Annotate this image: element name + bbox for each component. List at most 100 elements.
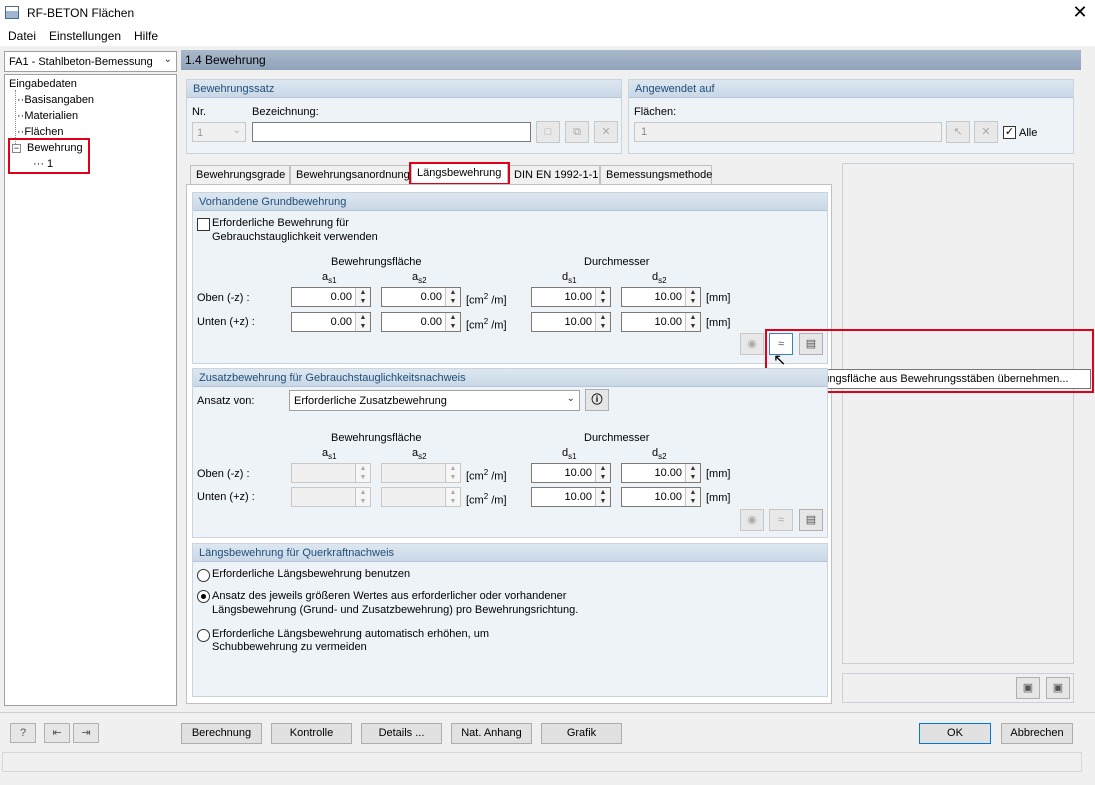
close-icon[interactable]: ✕ [1070, 2, 1090, 22]
spin-icon: ▲▼ [685, 464, 700, 482]
oben-as2-input[interactable]: 0.00▲▼ [381, 287, 461, 307]
angewendet-title: Angewendet auf [629, 80, 1073, 98]
help-icon[interactable]: ? [10, 723, 36, 743]
spin-icon: ▲▼ [445, 313, 460, 331]
z-unten-as2-input[interactable]: ▲▼ [381, 487, 461, 507]
tab-bewehrungsgrade[interactable]: Bewehrungsgrade [190, 165, 290, 184]
delete-icon[interactable]: ✕ [974, 121, 998, 143]
quer-group: Längsbewehrung für Querkraftnachweis [192, 543, 828, 697]
flaechen-input[interactable]: 1 [634, 122, 942, 142]
z-oben-ds1-input[interactable]: 10.00▲▼ [531, 463, 611, 483]
flaechen-label: Flächen: [634, 106, 676, 118]
ansatz-value: Erforderliche Zusatzbewehrung [294, 395, 447, 407]
pick-icon[interactable]: ↖ [946, 121, 970, 143]
oben-label: Oben (-z) : [197, 292, 250, 304]
unten-as2-input[interactable]: 0.00▲▼ [381, 312, 461, 332]
highlight-box-tree [8, 138, 90, 174]
alle-checkbox[interactable]: ✓ [1003, 126, 1016, 139]
spin-icon: ▲▼ [355, 488, 370, 506]
new-folder-icon[interactable]: □ [536, 121, 560, 143]
unit-mm: [mm] [706, 468, 730, 480]
tab-din-en[interactable]: DIN EN 1992-1-1 [508, 165, 600, 184]
prev-icon[interactable]: ⇤ [44, 723, 70, 743]
kontrolle-button[interactable]: Kontrolle [271, 723, 352, 744]
spin-icon: ▲▼ [445, 288, 460, 306]
chevron-down-icon: ⌄ [164, 54, 172, 65]
bezeichnung-label: Bezeichnung: [252, 106, 319, 118]
menu-einstellungen[interactable]: Einstellungen [49, 29, 121, 43]
info-icon[interactable]: ⓘ [585, 389, 609, 411]
opt2-label-2: Längsbewehrung (Grund- und Zusatzbewehru… [212, 604, 578, 616]
tree-item-materialien[interactable]: ··Materialien [17, 110, 78, 122]
rebar-import-icon[interactable]: ≈ [769, 509, 793, 531]
z-oben-ds2-input[interactable]: 10.00▲▼ [621, 463, 701, 483]
oben-as1-input[interactable]: 0.00▲▼ [291, 287, 371, 307]
oben-ds1-input[interactable]: 10.00▲▼ [531, 287, 611, 307]
tab-bewehrungsanordnung[interactable]: Bewehrungsanordnung [290, 165, 410, 184]
nat-anhang-button[interactable]: Nat. Anhang [451, 723, 532, 744]
gebrauch-label-1: Erforderliche Bewehrung für [212, 217, 349, 229]
copy-icon[interactable]: ⧉ [565, 121, 589, 143]
eye-icon[interactable]: ◉ [740, 509, 764, 531]
tree-item-basisangaben[interactable]: ··Basisangaben [17, 94, 94, 106]
nr-value: 1 [197, 127, 203, 139]
case-selector[interactable]: FA1 - Stahlbeton-Bemessung ⌄ [4, 51, 177, 72]
case-selector-value: FA1 - Stahlbeton-Bemessung [9, 56, 153, 68]
menu-datei[interactable]: Datei [8, 29, 36, 43]
bezeichnung-input[interactable] [252, 122, 531, 142]
diameter-header: Durchmesser [584, 432, 649, 444]
opt3-label-1: Erforderliche Längsbewehrung automatisch… [212, 628, 489, 640]
export-icon[interactable]: ▣ [1016, 677, 1040, 699]
unit-mm: [mm] [706, 317, 730, 329]
z-unten-ds1-input[interactable]: 10.00▲▼ [531, 487, 611, 507]
abbrechen-button[interactable]: Abbrechen [1001, 723, 1073, 744]
oben-label: Oben (-z) : [197, 468, 250, 480]
spin-icon: ▲▼ [685, 313, 700, 331]
tree-root[interactable]: Eingabedaten [9, 78, 77, 90]
gebrauch-checkbox[interactable] [197, 218, 210, 231]
ok-button[interactable]: OK [919, 723, 991, 744]
unten-label: Unten (+z) : [197, 316, 255, 328]
unit-area: [cm2 /m] [466, 292, 507, 307]
radio-opt1[interactable] [197, 569, 210, 582]
z-unten-ds2-input[interactable]: 10.00▲▼ [621, 487, 701, 507]
z-oben-as1-input[interactable]: ▲▼ [291, 463, 371, 483]
delete-icon[interactable]: ✕ [594, 121, 618, 143]
radio-opt2[interactable] [197, 590, 210, 603]
chevron-down-icon: ⌄ [567, 393, 575, 404]
app-icon [5, 6, 19, 19]
unten-label: Unten (+z) : [197, 491, 255, 503]
unten-as1-input[interactable]: 0.00▲▼ [291, 312, 371, 332]
grund-title: Vorhandene Grundbewehrung [193, 193, 827, 211]
as2-label: as2 [412, 271, 427, 285]
details-button[interactable]: Details ... [361, 723, 442, 744]
menu-hilfe[interactable]: Hilfe [134, 29, 158, 43]
import-icon[interactable]: ▣ [1046, 677, 1070, 699]
ds2-label: ds2 [652, 447, 667, 461]
tab-bemessungsmethode[interactable]: Bemessungsmethode [600, 165, 712, 184]
unten-ds1-input[interactable]: 10.00▲▼ [531, 312, 611, 332]
radio-opt3[interactable] [197, 629, 210, 642]
alle-label: Alle [1019, 127, 1037, 139]
tree-item-flaechen[interactable]: ··Flächen [17, 126, 63, 138]
z-oben-as2-input[interactable]: ▲▼ [381, 463, 461, 483]
z-unten-as1-input[interactable]: ▲▼ [291, 487, 371, 507]
grafik-button[interactable]: Grafik [541, 723, 622, 744]
ansatz-select[interactable]: Erforderliche Zusatzbewehrung ⌄ [289, 390, 580, 411]
eye-icon[interactable]: ◉ [740, 333, 764, 355]
area-header: Bewehrungsfläche [331, 432, 422, 444]
next-icon[interactable]: ⇥ [73, 723, 99, 743]
spin-icon: ▲▼ [355, 464, 370, 482]
oben-ds2-input[interactable]: 10.00▲▼ [621, 287, 701, 307]
ds2-label: ds2 [652, 271, 667, 285]
chevron-down-icon: ⌄ [233, 125, 241, 136]
berechnung-button[interactable]: Berechnung [181, 723, 262, 744]
book-icon[interactable]: ▤ [799, 509, 823, 531]
bewehrungssatz-title: Bewehrungssatz [187, 80, 621, 98]
title-bar: RF-BETON Flächen ✕ [0, 0, 1095, 26]
spin-icon: ▲▼ [595, 464, 610, 482]
spin-icon: ▲▼ [355, 288, 370, 306]
unten-ds2-input[interactable]: 10.00▲▼ [621, 312, 701, 332]
unit-area: [cm2 /m] [466, 317, 507, 332]
nr-select[interactable]: 1 ⌄ [192, 122, 246, 142]
